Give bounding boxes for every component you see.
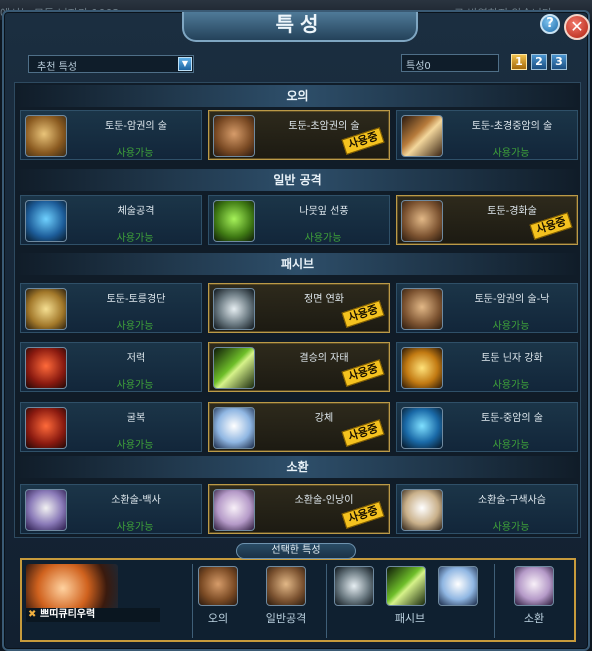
trait-card[interactable]: 토둔-초경중암의 술 사용가능 (396, 110, 578, 160)
rock-fist-icon (213, 115, 255, 157)
trait-status: 사용가능 (116, 522, 154, 533)
heavy-rock-icon (401, 407, 443, 449)
earth-kanji-icon (401, 347, 443, 389)
window-title: 특성 (182, 12, 418, 42)
earth-shield-icon (401, 200, 443, 242)
trait-name: 토둔 닌자 강화 (481, 353, 543, 364)
trait-status: 사용가능 (304, 233, 342, 244)
deer-icon (401, 489, 443, 531)
ice-body-icon (213, 407, 255, 449)
trait-name: 소환술-구색사슴 (477, 495, 546, 506)
selected-normal-attack-icon[interactable] (266, 566, 306, 606)
trait-card[interactable]: 소환술-구색사슴 사용가능 (396, 484, 578, 534)
selected-passive-3-icon[interactable] (438, 566, 478, 606)
boulder-icon (25, 288, 67, 330)
trait-card[interactable]: 저력 사용가능 (20, 342, 202, 392)
player-name: ✖ 쁘띠큐티우력 (26, 608, 160, 622)
selected-passive-1-icon[interactable] (334, 566, 374, 606)
fox-icon (213, 489, 255, 531)
whirlwind-icon (213, 200, 255, 242)
trait-card[interactable]: 토둔-암권의 술 사용가능 (20, 110, 202, 160)
page-2-button[interactable]: 2 (531, 54, 547, 70)
recommend-filter-dropdown[interactable]: 추천 특성 ▼ (28, 55, 194, 73)
section-title-summon: 소환 (15, 456, 580, 478)
section-title-normal-attack: 일반 공격 (15, 169, 580, 191)
trait-card-selected[interactable]: 토둔-초암권의 술 사용중 (208, 110, 390, 160)
trait-name: 나뭇잎 선풍 (299, 206, 349, 217)
divider (326, 564, 327, 638)
trait-status: 사용가능 (492, 148, 530, 159)
trait-status: 사용가능 (492, 440, 530, 451)
trait-name: 토둔-중암의 술 (481, 413, 543, 424)
trait-name: 토둔-토릉경단 (106, 294, 166, 305)
chevron-down-icon[interactable]: ▼ (178, 57, 192, 71)
spiral-icon (213, 288, 255, 330)
divider (192, 564, 193, 638)
divider (494, 564, 495, 638)
white-snake-icon (25, 489, 67, 531)
trait-card[interactable]: 토둔-토릉경단 사용가능 (20, 283, 202, 333)
trait-card[interactable]: 토둔 닌자 강화 사용가능 (396, 342, 578, 392)
trait-name: 토둔-초경중암의 술 (471, 121, 553, 132)
group-label-summon: 소환 (523, 612, 545, 625)
group-label-normal-attack: 일반공격 (265, 612, 307, 625)
trait-card[interactable]: 나뭇잎 선풍 사용가능 (208, 195, 390, 245)
selected-ougi-icon[interactable] (198, 566, 238, 606)
selected-traits-panel: ✖ 쁘띠큐티우력 오의 일반공격 패시브 소환 (20, 558, 576, 642)
trait-name: 소환술-백사 (111, 495, 161, 506)
trait-status: 사용가능 (492, 321, 530, 332)
trait-card-selected[interactable]: 강체 사용중 (208, 402, 390, 452)
trait-name: 토둔-암권의 술-낙 (474, 294, 550, 305)
trait-card[interactable]: 소환술-백사 사용가능 (20, 484, 202, 534)
trait-name: 토둔-암권의 술 (105, 121, 167, 132)
selected-summon-icon[interactable] (514, 566, 554, 606)
trait-name: 굴복 (126, 413, 146, 424)
page-1-button[interactable]: 1 (511, 54, 527, 70)
selected-traits-title: 선택한 특성 (236, 543, 356, 559)
section-title-passive: 패시브 (15, 253, 580, 275)
trait-card-selected[interactable]: 토둔-경화술 사용중 (396, 195, 578, 245)
trait-card[interactable]: 굴복 사용가능 (20, 402, 202, 452)
rage-icon (25, 347, 67, 389)
trait-status: 사용가능 (116, 233, 154, 244)
trait-card-selected[interactable]: 소환술-인낭이 사용중 (208, 484, 390, 534)
trait-status: 사용가능 (492, 522, 530, 533)
trait-points-display: 특성0 (401, 54, 499, 72)
close-button[interactable]: ✕ (564, 14, 590, 40)
trait-card-selected[interactable]: 정면 연화 사용중 (208, 283, 390, 333)
trait-card[interactable]: 토둔-중암의 술 사용가능 (396, 402, 578, 452)
kneel-icon (25, 407, 67, 449)
punch-icon (25, 200, 67, 242)
crossed-swords-icon: ✖ (28, 609, 37, 620)
dropdown-selected-value: 추천 특성 (37, 62, 77, 73)
trait-status: 사용가능 (116, 440, 154, 451)
page-3-button[interactable]: 3 (551, 54, 567, 70)
drill-icon (401, 115, 443, 157)
trait-name: 체술공격 (117, 206, 155, 217)
group-label-passive: 패시브 (394, 612, 426, 625)
trait-status: 사용가능 (116, 321, 154, 332)
selected-passive-2-icon[interactable] (386, 566, 426, 606)
fist-icon (25, 115, 67, 157)
trait-status: 사용가능 (116, 380, 154, 391)
trait-card[interactable]: 체술공격 사용가능 (20, 195, 202, 245)
trait-card-selected[interactable]: 결승의 자태 사용중 (208, 342, 390, 392)
player-name-text: 쁘띠큐티우력 (40, 609, 96, 620)
green-scroll-icon (213, 347, 255, 389)
rock-ball-icon (401, 288, 443, 330)
trait-name: 저력 (126, 353, 146, 364)
help-button[interactable]: ? (540, 14, 560, 34)
section-title-ougi: 오의 (15, 85, 580, 107)
trait-status: 사용가능 (116, 148, 154, 159)
trait-card[interactable]: 토둔-암권의 술-낙 사용가능 (396, 283, 578, 333)
trait-status: 사용가능 (492, 380, 530, 391)
